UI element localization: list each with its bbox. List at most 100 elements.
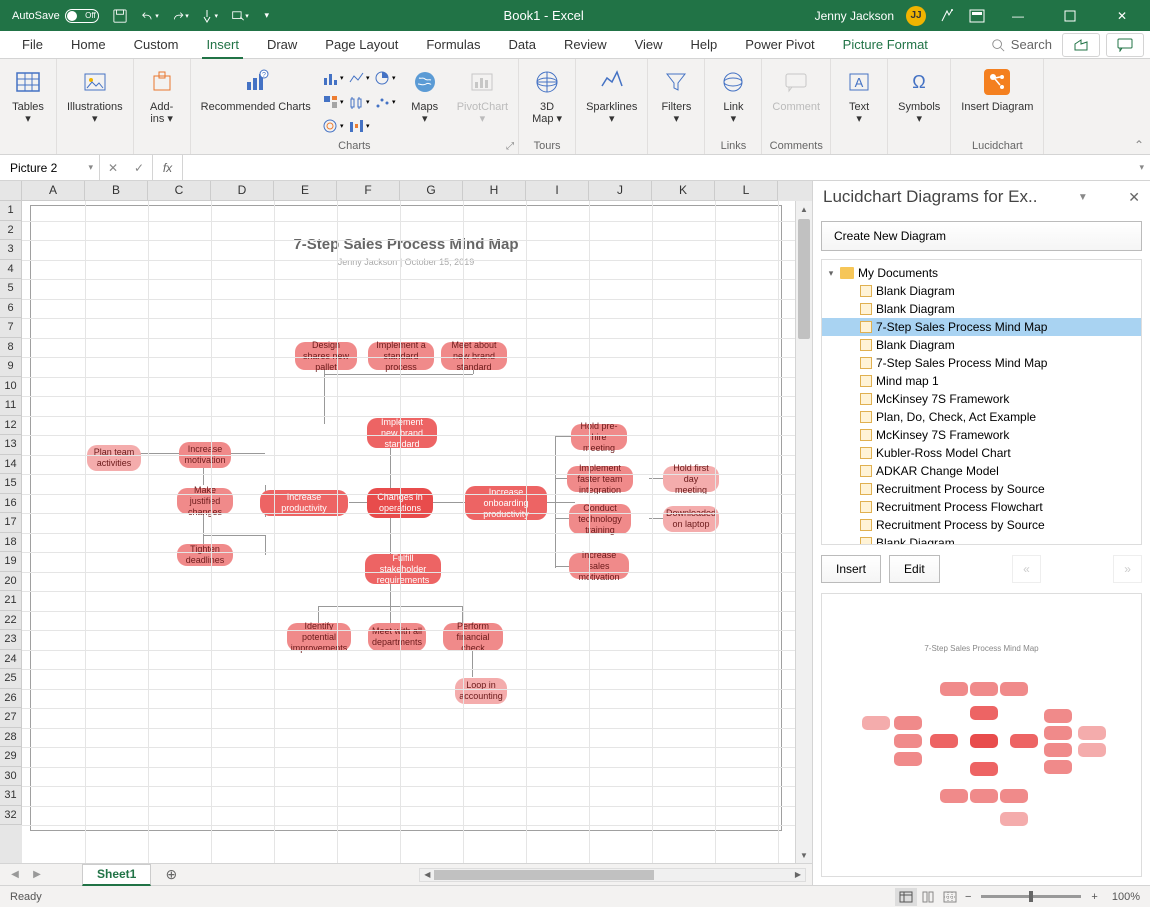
insert-diagram-button[interactable]: Insert Diagram [957,63,1037,113]
tab-review[interactable]: Review [550,31,621,59]
row-header[interactable]: 16 [0,494,22,514]
cells-area[interactable]: 7-Step Sales Process Mind Map Jenny Jack… [22,201,795,863]
row-header[interactable]: 31 [0,786,22,806]
undo-icon[interactable]: ▾ [141,7,159,25]
tab-view[interactable]: View [621,31,677,59]
chart-gallery[interactable]: ▾ ▾ ▾ ▾ ▾ ▾ ▾ ▾ [321,63,397,137]
redo-icon[interactable]: ▾ [171,7,189,25]
scroll-thumb[interactable] [798,219,810,339]
document-tree[interactable]: ▾ My Documents Blank DiagramBlank Diagra… [821,259,1142,545]
row-header[interactable]: 32 [0,806,22,826]
autosave-toggle[interactable]: AutoSave Off [12,9,99,23]
row-header[interactable]: 6 [0,299,22,319]
column-header[interactable]: D [211,181,274,201]
tree-document-item[interactable]: Recruitment Process by Source [822,516,1141,534]
scroll-left-icon[interactable]: ◀ [420,870,434,879]
link-button[interactable]: Link▾ [711,63,755,125]
cancel-formula-button[interactable]: ✕ [100,161,126,175]
tab-page-layout[interactable]: Page Layout [311,31,412,59]
sheet-tab-sheet1[interactable]: Sheet1 [82,864,151,886]
row-headers[interactable]: 1234567891011121314151617181920212223242… [0,201,22,863]
tree-document-item[interactable]: ADKAR Change Model [822,462,1141,480]
symbols-button[interactable]: Ω Symbols▾ [894,63,944,125]
row-header[interactable]: 25 [0,669,22,689]
ribbon-mode-icon[interactable] [968,7,986,25]
row-header[interactable]: 22 [0,611,22,631]
row-header[interactable]: 1 [0,201,22,221]
add-sheet-button[interactable]: ⊕ [159,865,183,884]
user-avatar[interactable]: JJ [906,6,926,26]
tables-button[interactable]: Tables▾ [6,63,50,125]
view-page-layout-icon[interactable] [917,888,939,906]
tab-data[interactable]: Data [495,31,550,59]
column-headers[interactable]: ABCDEFGHIJKL [22,181,812,201]
waterfall-chart-icon[interactable]: ▾ [347,115,371,137]
column-header[interactable]: K [652,181,715,201]
comment-button[interactable]: Comment [768,63,824,113]
view-page-break-icon[interactable] [939,888,961,906]
save-icon[interactable] [111,7,129,25]
scroll-down-icon[interactable]: ▼ [796,847,812,863]
row-header[interactable]: 3 [0,240,22,260]
panel-menu-icon[interactable]: ▼ [1078,192,1088,203]
name-box[interactable]: Picture 2 [0,155,100,180]
zoom-slider[interactable] [981,895,1081,898]
filters-button[interactable]: Filters▾ [654,63,698,125]
panel-close-button[interactable]: ✕ [1128,189,1140,206]
row-header[interactable]: 29 [0,747,22,767]
row-header[interactable]: 23 [0,630,22,650]
tree-document-item[interactable]: Kubler-Ross Model Chart [822,444,1141,462]
tree-document-item[interactable]: Blank Diagram [822,534,1141,545]
row-header[interactable]: 7 [0,318,22,338]
row-header[interactable]: 26 [0,689,22,709]
search-box[interactable]: Search [991,37,1062,52]
tab-power-pivot[interactable]: Power Pivot [731,31,828,59]
enter-formula-button[interactable]: ✓ [126,161,152,175]
qat-custom-icon[interactable]: ▾ [231,7,249,25]
row-header[interactable]: 18 [0,533,22,553]
tree-document-item[interactable]: Recruitment Process by Source [822,480,1141,498]
vertical-scrollbar[interactable]: ▲ ▼ [795,201,812,863]
next-page-button[interactable]: » [1113,555,1142,583]
tab-help[interactable]: Help [677,31,732,59]
statistic-chart-icon[interactable]: ▾ [347,91,371,113]
sheet-nav-prev[interactable]: ◀ [6,869,24,880]
column-header[interactable]: C [148,181,211,201]
sparklines-button[interactable]: Sparklines▾ [582,63,641,125]
expand-formula-icon[interactable]: ▾ [1139,162,1144,173]
row-header[interactable]: 9 [0,357,22,377]
collapse-ribbon-icon[interactable]: ⌃ [1134,138,1144,152]
charts-launcher-icon[interactable]: ⤢ [506,141,514,152]
hierarchy-chart-icon[interactable]: ▾ [321,91,345,113]
column-header[interactable]: J [589,181,652,201]
column-header[interactable]: B [85,181,148,201]
zoom-out-button[interactable]: − [961,891,975,903]
maximize-button[interactable] [1050,2,1090,30]
line-chart-icon[interactable]: ▾ [347,67,371,89]
row-header[interactable]: 12 [0,416,22,436]
close-button[interactable]: ✕ [1102,2,1142,30]
tree-root[interactable]: ▾ My Documents [822,264,1141,282]
select-all-corner[interactable] [0,181,22,201]
pie-chart-icon[interactable]: ▾ [373,67,397,89]
combo-chart-icon[interactable]: ▾ [321,115,345,137]
column-header[interactable]: I [526,181,589,201]
tab-insert[interactable]: Insert [192,31,253,59]
tab-formulas[interactable]: Formulas [412,31,494,59]
column-header[interactable]: L [715,181,778,201]
tab-draw[interactable]: Draw [253,31,311,59]
column-header[interactable]: A [22,181,85,201]
row-header[interactable]: 15 [0,474,22,494]
tab-picture-format[interactable]: Picture Format [829,31,942,59]
recommended-charts-button[interactable]: ? Recommended Charts [197,63,315,113]
row-header[interactable]: 5 [0,279,22,299]
tree-document-item[interactable]: McKinsey 7S Framework [822,426,1141,444]
row-header[interactable]: 20 [0,572,22,592]
row-header[interactable]: 19 [0,552,22,572]
view-normal-icon[interactable] [895,888,917,906]
row-header[interactable]: 2 [0,221,22,241]
comments-pane-button[interactable] [1106,33,1144,57]
pivotchart-button[interactable]: PivotChart▾ [453,63,512,125]
row-header[interactable]: 10 [0,377,22,397]
row-header[interactable]: 21 [0,591,22,611]
